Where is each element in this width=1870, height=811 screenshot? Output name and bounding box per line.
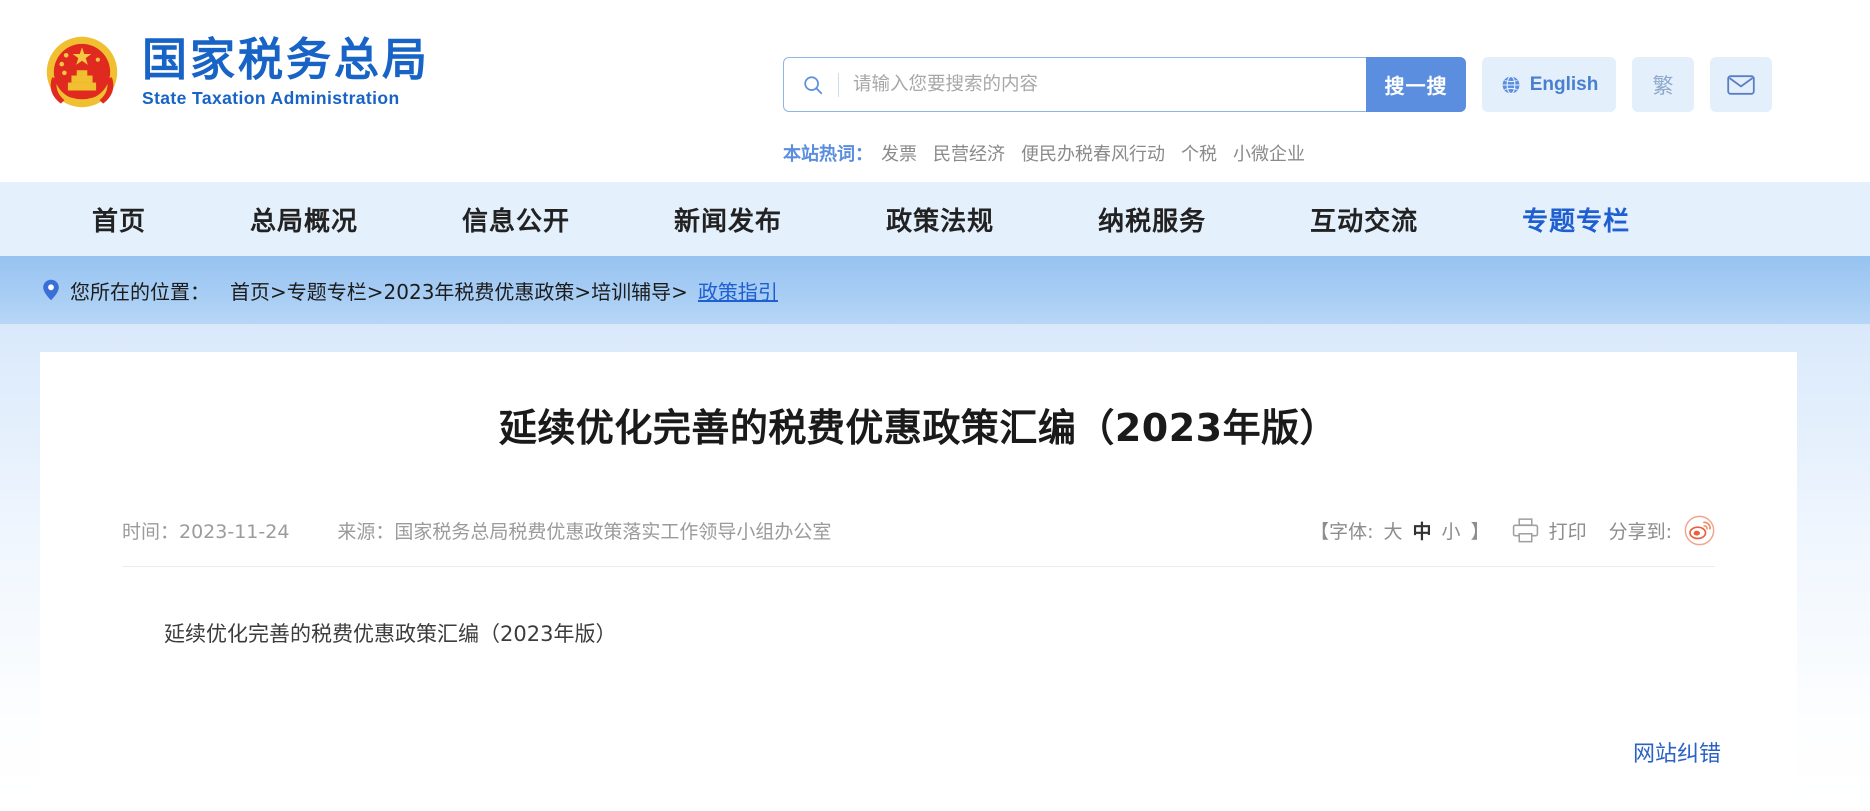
hotword-item[interactable]: 小微企业 (1233, 140, 1305, 166)
print-button[interactable]: 打印 (1512, 517, 1587, 544)
nav-item-interaction[interactable]: 互动交流 (1310, 201, 1418, 238)
article-card: 延续优化完善的税费优惠政策汇编（2023年版） 时间：2023-11-24 来源… (40, 352, 1797, 811)
nav-item-services[interactable]: 纳税服务 (1098, 201, 1206, 238)
page-title: 延续优化完善的税费优惠政策汇编（2023年版） (498, 406, 1339, 450)
share-label: 分享到: (1608, 520, 1672, 543)
nav-item-overview[interactable]: 总局概况 (250, 201, 358, 238)
location-pin-icon (43, 279, 59, 301)
breadcrumb-band: 您所在的位置： 首页>专题专栏>2023年税费优惠政策>培训辅导> 政策指引 (0, 256, 1870, 324)
english-button[interactable]: English (1482, 57, 1616, 112)
search-area: 搜一搜 English 繁 (783, 57, 1772, 112)
nav-items: 首页 总局概况 信息公开 新闻发布 政策法规 纳税服务 互动交流 专题专栏 (92, 201, 1840, 238)
nav-item-disclosure[interactable]: 信息公开 (462, 201, 570, 238)
globe-icon (1502, 75, 1520, 94)
article-tools: 【字体: 大 中 小 】 打印 分享到: (1310, 515, 1715, 546)
printer-icon (1512, 518, 1538, 543)
nav-item-special-topics[interactable]: 专题专栏 (1522, 201, 1630, 238)
share-group: 分享到: (1609, 515, 1715, 546)
search-box[interactable] (783, 57, 1366, 112)
print-label: 打印 (1548, 520, 1587, 543)
hotwords-bar: 本站热词： 发票 民营经济 便民办税春风行动 个税 小微企业 (783, 140, 1317, 166)
website-correction-link[interactable]: 网站纠错 (1633, 736, 1721, 768)
site-title-en: State Taxation Administration (142, 88, 400, 109)
nav-item-policy[interactable]: 政策法规 (886, 201, 994, 238)
mail-button[interactable] (1710, 57, 1772, 112)
national-emblem-icon (46, 36, 118, 108)
article-body: 延续优化完善的税费优惠政策汇编（2023年版） (164, 622, 617, 647)
breadcrumb-path: 首页>专题专栏>2023年税费优惠政策>培训辅导> (230, 279, 688, 304)
hotword-item[interactable]: 民营经济 (933, 140, 1005, 166)
breadcrumb: 您所在的位置： 首页>专题专栏>2023年税费优惠政策>培训辅导> 政策指引 (42, 276, 778, 305)
article-time: 时间：2023-11-24 (122, 520, 290, 543)
font-size-small[interactable]: 小 (1442, 517, 1461, 544)
nav-item-home[interactable]: 首页 (92, 201, 146, 238)
traditional-chinese-button[interactable]: 繁 (1632, 57, 1694, 112)
main-navigation: 首页 总局概况 信息公开 新闻发布 政策法规 纳税服务 互动交流 专题专栏 (0, 182, 1870, 256)
nav-item-news[interactable]: 新闻发布 (674, 201, 782, 238)
traditional-label: 繁 (1652, 73, 1674, 98)
english-label: English (1529, 73, 1599, 95)
search-icon (804, 75, 823, 94)
article-meta-row: 时间：2023-11-24 来源：国家税务总局税费优惠政策落实工作领导小组办公室… (122, 508, 1715, 552)
article-meta-left: 时间：2023-11-24 来源：国家税务总局税费优惠政策落实工作领导小组办公室 (122, 517, 831, 544)
page-root: 国家税务总局 State Taxation Administration 搜一搜 (0, 0, 1870, 811)
site-logo-text: 国家税务总局 State Taxation Administration (142, 32, 431, 109)
font-size-close-bracket: 】 (1470, 520, 1490, 543)
weibo-icon[interactable] (1684, 515, 1715, 546)
hotword-item[interactable]: 个税 (1181, 140, 1217, 166)
font-size-open-bracket: 【字体: (1310, 520, 1374, 543)
font-size-medium[interactable]: 中 (1413, 517, 1432, 544)
search-input[interactable] (853, 58, 1333, 111)
site-title-cn: 国家税务总局 (142, 32, 431, 86)
font-size-selector: 【字体: 大 中 小 】 (1310, 517, 1489, 544)
hotwords-label: 本站热词： (783, 144, 873, 165)
mail-icon (1727, 74, 1755, 95)
breadcrumb-label: 您所在的位置： (70, 279, 210, 304)
breadcrumb-current[interactable]: 政策指引 (698, 276, 778, 305)
site-header: 国家税务总局 State Taxation Administration 搜一搜 (0, 0, 1870, 182)
search-divider (838, 72, 839, 97)
meta-separator (122, 566, 1715, 568)
font-size-large[interactable]: 大 (1384, 517, 1403, 544)
search-button[interactable]: 搜一搜 (1366, 57, 1466, 112)
hotword-item[interactable]: 便民办税春风行动 (1021, 140, 1165, 166)
site-logo[interactable]: 国家税务总局 State Taxation Administration (38, 28, 430, 116)
hotword-item[interactable]: 发票 (881, 140, 917, 166)
article-source: 来源：国家税务总局税费优惠政策落实工作领导小组办公室 (337, 520, 832, 543)
